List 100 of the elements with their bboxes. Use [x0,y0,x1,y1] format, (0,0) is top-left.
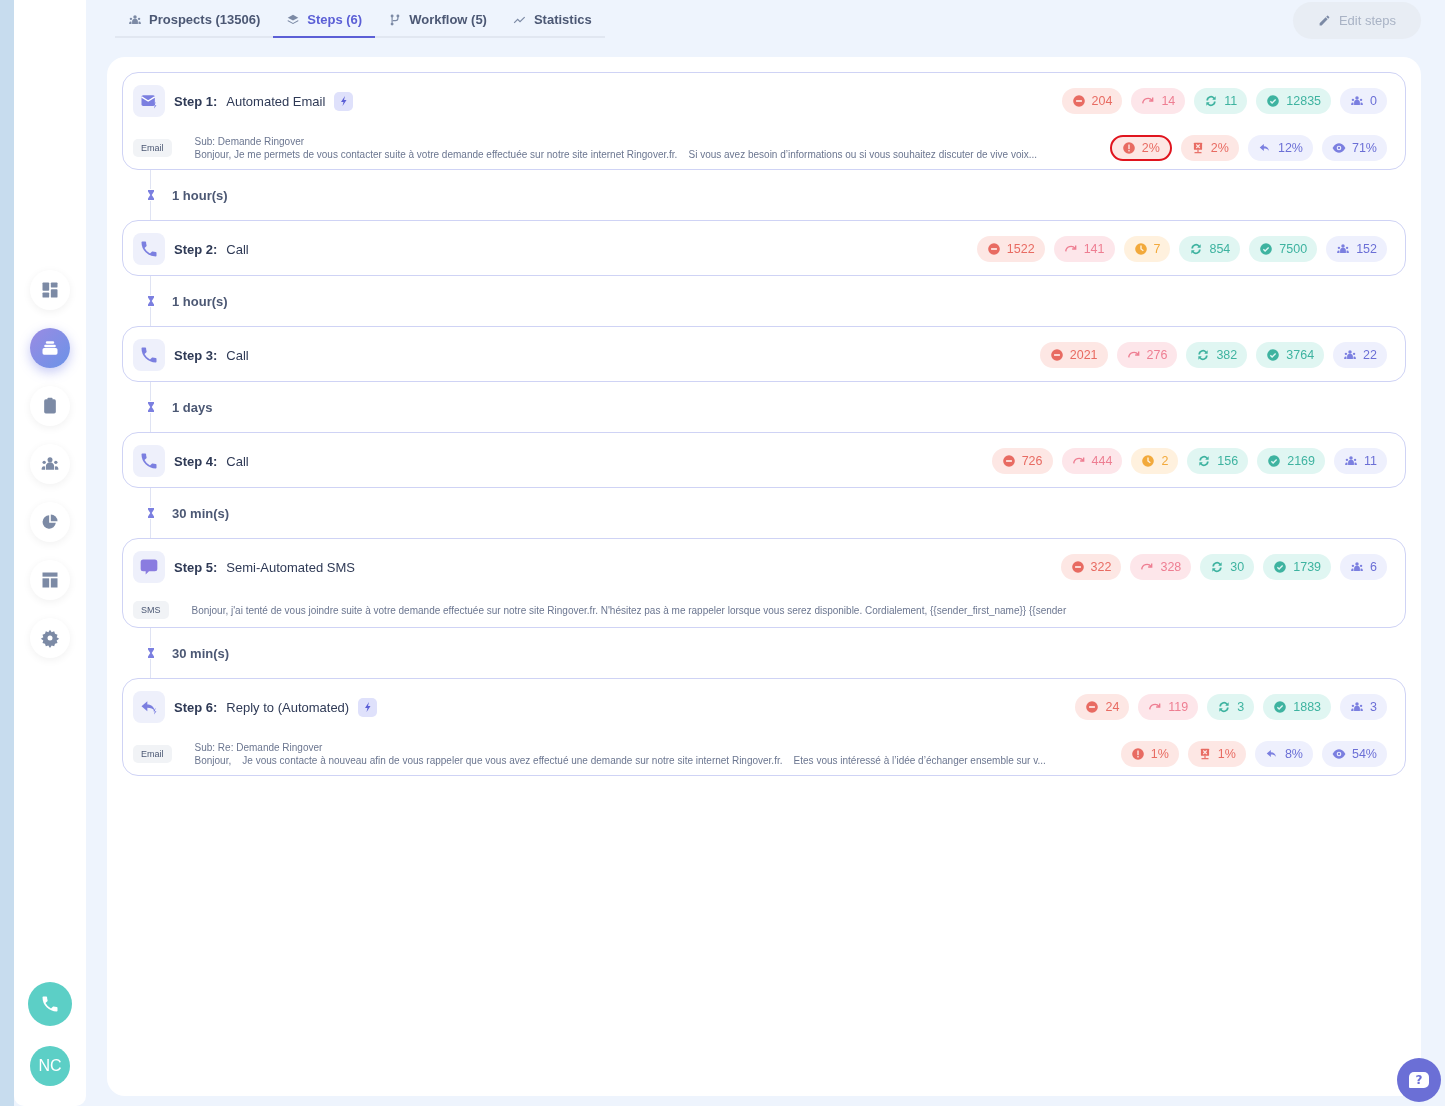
step-card[interactable]: Step 4: Call 726 444 2 156 2169 11 [122,432,1406,488]
message-preview: Bonjour, Je vous contacte à nouveau afin de vous rappeler que vous avez effectué une demande sur notre site internet Ringover.fr. Etes vous intéressé à l’idée d’échanger ensemble sur v... [194,754,1047,767]
message-preview: Bonjour, j'ai tenté de vous joindre suite à votre demande effectuée sur notre site Ringover.fr. N'hésitez pas à me rappeler lorsque vous serez disponible. Cordialement, {{sender_first_name}} {{sender [191,603,1068,617]
stat-badge: 328 [1130,554,1192,580]
refresh-icon [1217,700,1232,714]
pie-chart-icon [40,512,60,532]
help-button[interactable]: ? [1397,1058,1441,1102]
step-card[interactable] [122,538,1406,628]
stat-badge: 30 [1200,554,1255,580]
channel-tag: Email [133,745,172,763]
envelope-icon [133,85,165,117]
stat-badge: 382 [1186,342,1248,368]
email-subject: Sub: Re: Demande Ringover [194,741,324,754]
message-preview: Bonjour, Je me permets de vous contacter suite à votre demande effectuée sur notre site internet Ringover.fr. Si vous avez besoin d’informations ou si vous souhaitez discuter de vive voix... [194,148,1038,161]
refresh-icon [1189,242,1204,256]
step-title: Automated Email [226,93,326,109]
step-number: Step 4: [174,453,218,469]
sidebar-button[interactable] [30,270,70,310]
step-card[interactable]: Step 2: Call 1522 141 7 854 7500 152 [122,220,1406,276]
tab[interactable]: Workflow (5) [375,2,500,38]
channel-tag: Email [133,139,172,157]
check-circle-icon [1266,94,1281,108]
channel-tag: SMS [133,601,169,619]
people-icon [128,12,142,27]
step-title: Reply to (Automated) [226,699,350,715]
chat-bubble-icon [133,551,165,583]
stat-badge: 2021 [1039,342,1108,368]
hourglass-icon [145,295,157,307]
people-icon [1350,94,1365,108]
rate-badge: 1% [1120,741,1179,767]
sidebar-button[interactable] [30,444,70,484]
hourglass-icon [145,401,157,413]
tab[interactable]: Statistics [499,2,605,38]
stat-badge: 1739 [1263,554,1332,580]
delay-label: 1 hour(s) [172,187,228,203]
phone-icon [40,994,60,1014]
check-circle-icon [1273,700,1288,714]
rate-badge: 71% [1321,135,1387,161]
refresh-icon [1210,560,1225,574]
stat-badge: 276 [1116,342,1178,368]
rate-badge: 2% [1180,135,1239,161]
rate-badge: 12% [1247,135,1313,161]
check-circle-icon [1267,454,1282,468]
stat-badge: 24 [1075,694,1130,720]
hourglass-icon [145,647,157,659]
stat-badge: 2 [1131,448,1179,474]
phone-icon [133,233,165,265]
hourglass-icon [145,189,157,201]
minus-circle-icon [1001,454,1016,468]
check-circle-icon [1273,560,1288,574]
check-circle-icon [1259,242,1274,256]
stat-badge: 7 [1123,236,1171,262]
minus-circle-icon [1070,560,1085,574]
stat-badge: 7500 [1249,236,1318,262]
step-number: Step 1: [174,93,218,109]
stat-badge: 322 [1060,554,1122,580]
stat-badge: 3 [1340,694,1387,720]
sidebar-button[interactable] [30,618,70,658]
step-card[interactable] [122,678,1406,776]
sidebar-button[interactable] [30,560,70,600]
sidebar-button[interactable] [30,386,70,426]
people-icon [1350,560,1365,574]
stat-badge: 14 [1131,88,1186,114]
stat-badge: 1522 [976,236,1045,262]
stat-badge: 12835 [1256,88,1332,114]
alert-icon [1130,747,1145,761]
rate-badge: 8% [1254,741,1313,767]
eye-icon [1331,747,1346,761]
stat-badge: 0 [1340,88,1387,114]
stat-badge: 2169 [1257,448,1325,474]
sidebar-button[interactable] [30,328,70,368]
minus-circle-icon [1049,348,1064,362]
step-title: Call [226,453,249,469]
step-title: Semi-Automated SMS [226,559,355,575]
hourglass-icon [145,507,157,519]
delay-label: 30 min(s) [172,505,230,521]
delay-label: 1 days [172,399,213,415]
stat-badge: 11 [1334,448,1387,474]
refresh-icon [1197,454,1212,468]
stat-badge: 726 [991,448,1053,474]
reply-icon [133,691,165,723]
stat-badge: 141 [1053,236,1115,262]
stat-badge: 3 [1207,694,1255,720]
step-title: Call [226,241,249,257]
tab[interactable]: Steps (6) [273,2,376,38]
minus-circle-icon [1085,700,1100,714]
tab[interactable]: Prospects (13506) [115,2,274,38]
stat-badge: 22 [1333,342,1387,368]
step-card[interactable]: Step 3: Call 2021 276 382 3764 22 [122,326,1406,382]
sidebar-button[interactable] [30,502,70,542]
stat-badge: 3764 [1256,342,1325,368]
phone-icon [133,445,165,477]
call-button[interactable] [28,982,72,1026]
refresh-icon [1196,348,1211,362]
step-card[interactable] [122,72,1406,170]
stat-badge: 11 [1194,88,1248,114]
dashboard-icon [40,280,60,300]
step-number: Step 6: [174,699,218,715]
stat-badge: 152 [1326,236,1387,262]
people-icon [1344,454,1358,468]
